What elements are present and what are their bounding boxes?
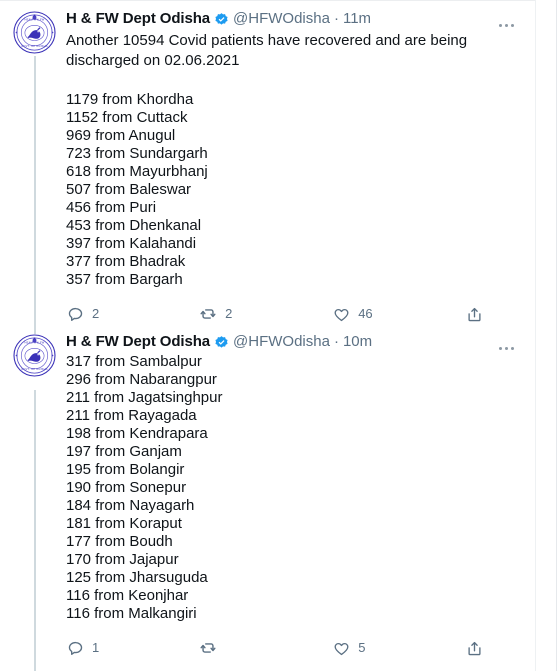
list-item: 184 from Nayagarh bbox=[66, 497, 195, 514]
district-list: 1179 from Khordha 1152 from Cuttack 969 … bbox=[66, 91, 524, 289]
more-options-icon bbox=[504, 23, 508, 27]
reply-icon bbox=[66, 639, 84, 657]
tweet-header: H & FW Dept Odisha @HFWOdisha · 10m bbox=[66, 331, 524, 353]
list-item: 618 from Mayurbhanj bbox=[66, 163, 208, 180]
like-count: 46 bbox=[358, 306, 373, 321]
list-item: 456 from Puri bbox=[66, 199, 157, 216]
svg-text:GOVT. OF ODISHA: GOVT. OF ODISHA bbox=[21, 367, 48, 371]
tweet-item[interactable]: HEALTH & FW GOVT. OF ODISHA H & FW Dept … bbox=[0, 331, 536, 659]
list-item: 125 from Jharsuguda bbox=[66, 569, 208, 586]
reply-icon bbox=[66, 305, 84, 323]
tweet-text: Another 10594 Covid patients have recove… bbox=[66, 32, 472, 69]
avatar[interactable]: HEALTH & FW GOVT. OF ODISHA bbox=[13, 334, 56, 377]
retweet-icon bbox=[199, 305, 217, 323]
list-item: 116 from Keonjhar bbox=[66, 587, 189, 604]
more-options-icon bbox=[498, 346, 502, 350]
odisha-health-dept-emblem-icon: HEALTH & FW GOVT. OF ODISHA bbox=[13, 11, 56, 54]
list-item: 723 from Sundargarh bbox=[66, 145, 208, 162]
retweet-button[interactable] bbox=[199, 637, 332, 659]
separator-dot: · bbox=[333, 333, 339, 350]
list-item: 197 from Ganjam bbox=[66, 443, 182, 460]
list-item: 177 from Boudh bbox=[66, 533, 173, 550]
like-heart-icon bbox=[332, 305, 350, 323]
top-divider bbox=[0, 0, 536, 1]
share-button[interactable] bbox=[465, 637, 524, 659]
like-count: 5 bbox=[358, 640, 366, 655]
retweet-icon bbox=[199, 639, 217, 657]
reply-button[interactable]: 1 bbox=[66, 637, 199, 659]
tweet-body: H & FW Dept Odisha @HFWOdisha · 11m Anot… bbox=[66, 8, 536, 325]
timestamp[interactable]: 10m bbox=[343, 332, 372, 352]
timestamp[interactable]: 11m bbox=[343, 9, 371, 29]
list-item: 453 from Dhenkanal bbox=[66, 217, 202, 234]
like-button[interactable]: 46 bbox=[332, 303, 465, 325]
svg-text:GOVT. OF ODISHA: GOVT. OF ODISHA bbox=[21, 44, 48, 48]
reply-count: 2 bbox=[92, 306, 100, 321]
separator-dot: · bbox=[333, 10, 339, 27]
retweet-count: 2 bbox=[225, 306, 233, 321]
user-handle[interactable]: @HFWOdisha bbox=[233, 9, 330, 29]
list-item: 317 from Sambalpur bbox=[66, 353, 202, 370]
tweet-header: H & FW Dept Odisha @HFWOdisha · 11m bbox=[66, 8, 524, 30]
like-heart-icon bbox=[332, 639, 350, 657]
list-item: 181 from Koraput bbox=[66, 515, 182, 532]
display-name[interactable]: H & FW Dept Odisha bbox=[66, 9, 210, 29]
more-options-icon bbox=[498, 23, 502, 27]
tweet-action-bar: 2 2 46 bbox=[66, 303, 524, 325]
share-button[interactable] bbox=[465, 303, 524, 325]
svg-text:HEALTH & FW: HEALTH & FW bbox=[25, 341, 45, 345]
list-item: 1179 from Khordha bbox=[66, 91, 194, 108]
odisha-health-dept-emblem-icon: HEALTH & FW GOVT. OF ODISHA bbox=[13, 334, 56, 377]
list-item: 969 from Anugul bbox=[66, 127, 176, 144]
list-item: 377 from Bhadrak bbox=[66, 253, 186, 270]
tweet-body: H & FW Dept Odisha @HFWOdisha · 10m 317 … bbox=[66, 331, 536, 659]
verified-badge-icon bbox=[214, 12, 229, 27]
more-options-button[interactable] bbox=[492, 16, 520, 34]
tweet-item[interactable]: HEALTH & FW GOVT. OF ODISHA H & FW Dept … bbox=[0, 8, 536, 325]
list-item: 296 from Nabarangpur bbox=[66, 371, 217, 388]
retweet-button[interactable]: 2 bbox=[199, 303, 332, 325]
list-item: 195 from Bolangir bbox=[66, 461, 185, 478]
list-item: 397 from Kalahandi bbox=[66, 235, 197, 252]
display-name[interactable]: H & FW Dept Odisha bbox=[66, 332, 210, 352]
twitter-thread-view: HEALTH & FW GOVT. OF ODISHA H & FW Dept … bbox=[0, 0, 557, 671]
list-item: 116 from Malkangiri bbox=[66, 605, 197, 622]
share-icon bbox=[465, 305, 483, 323]
list-item: 211 from Jagatsinghpur bbox=[66, 389, 223, 406]
district-list: 317 from Sambalpur 296 from Nabarangpur … bbox=[66, 353, 524, 623]
list-item: 198 from Kendrapara bbox=[66, 425, 208, 442]
avatar[interactable]: HEALTH & FW GOVT. OF ODISHA bbox=[13, 11, 56, 54]
user-handle[interactable]: @HFWOdisha bbox=[233, 332, 330, 352]
list-item: 170 from Jajapur bbox=[66, 551, 179, 568]
list-item: 357 from Bargarh bbox=[66, 271, 183, 288]
like-button[interactable]: 5 bbox=[332, 637, 465, 659]
more-options-icon bbox=[510, 346, 514, 350]
share-icon bbox=[465, 639, 483, 657]
reply-button[interactable]: 2 bbox=[66, 303, 199, 325]
text-spacer bbox=[66, 71, 524, 91]
more-options-button[interactable] bbox=[492, 339, 520, 357]
reply-count: 1 bbox=[92, 640, 100, 655]
tweet-action-bar: 1 5 bbox=[66, 637, 524, 659]
list-item: 1152 from Cuttack bbox=[66, 109, 188, 126]
list-item: 211 from Rayagada bbox=[66, 407, 197, 424]
more-options-icon bbox=[510, 23, 514, 27]
more-options-icon bbox=[504, 346, 508, 350]
right-gutter bbox=[536, 0, 556, 671]
list-item: 507 from Baleswar bbox=[66, 181, 192, 198]
list-item: 190 from Sonepur bbox=[66, 479, 187, 496]
verified-badge-icon bbox=[214, 335, 229, 350]
svg-text:HEALTH & FW: HEALTH & FW bbox=[25, 18, 45, 22]
